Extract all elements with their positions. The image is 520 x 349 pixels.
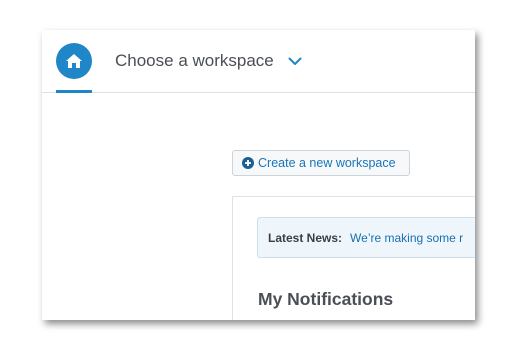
active-tab-indicator [56,90,92,93]
create-workspace-button[interactable]: Create a new workspace [232,150,410,176]
home-button[interactable] [56,43,92,79]
top-bar: Choose a workspace [42,30,475,93]
news-link[interactable]: We’re making some r [350,231,463,245]
app-window: Choose a workspace Create a new workspac… [42,30,475,320]
news-label: Latest News: [268,230,343,245]
news-banner[interactable]: Latest News: We’re making some r [257,217,475,258]
workspace-selector-label: Choose a workspace [115,51,274,70]
plus-circle-icon [242,157,254,169]
chevron-down-icon[interactable] [288,53,302,71]
home-icon [65,53,83,69]
workspace-selector[interactable]: Choose a workspace [115,50,302,72]
create-workspace-label: Create a new workspace [258,156,396,170]
notifications-heading: My Notifications [258,289,394,309]
